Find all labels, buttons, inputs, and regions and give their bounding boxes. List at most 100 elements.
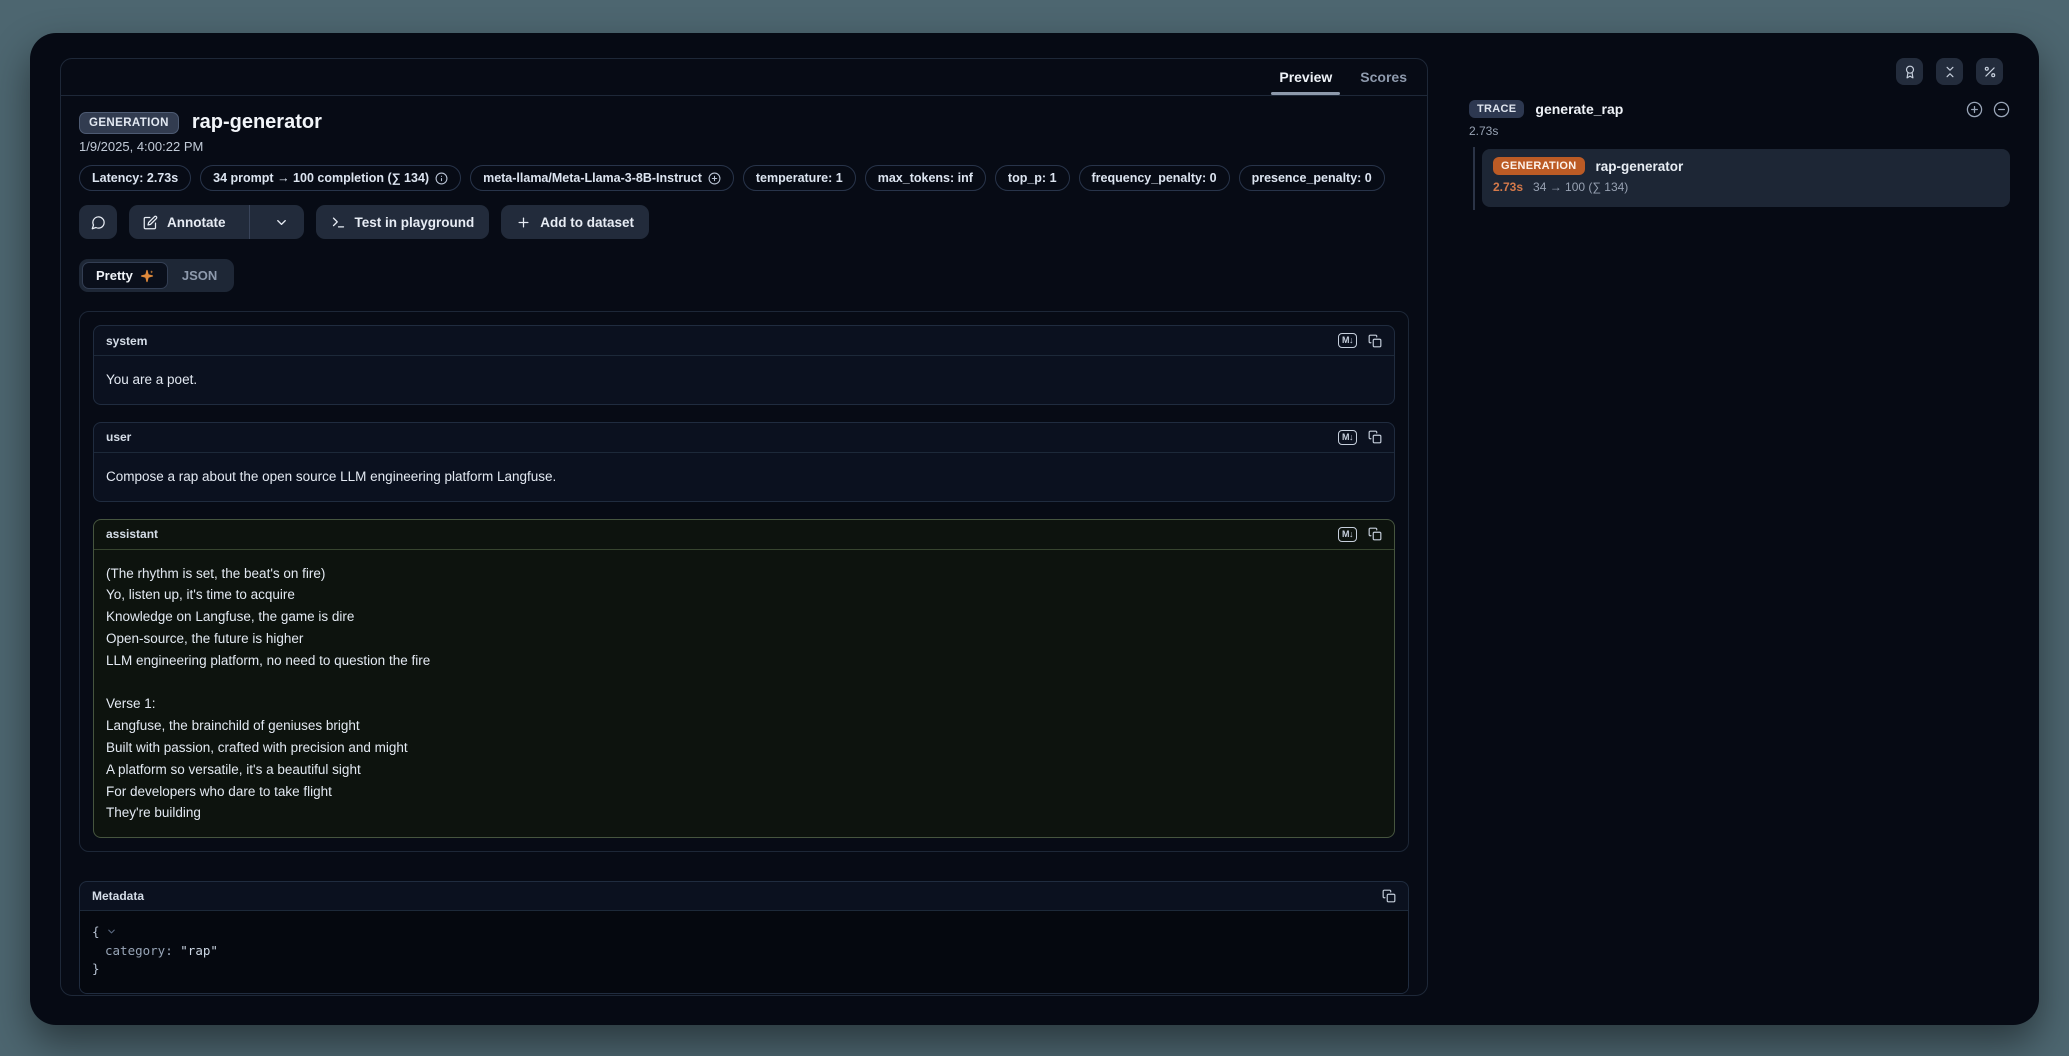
annotations-button[interactable]	[1896, 58, 1923, 85]
add-to-dataset-button[interactable]: Add to dataset	[501, 205, 649, 239]
annotate-dropdown-button[interactable]	[259, 205, 304, 239]
frequency-penalty-label: frequency_penalty: 0	[1092, 171, 1217, 185]
copy-icon[interactable]	[1382, 889, 1396, 903]
info-icon	[435, 172, 448, 185]
terminal-icon	[331, 215, 346, 230]
add-to-dataset-label: Add to dataset	[540, 215, 634, 230]
annotate-button[interactable]: Annotate	[129, 205, 240, 239]
json-open-brace: {	[92, 924, 100, 939]
node-latency: 2.73s	[1493, 180, 1523, 194]
presence-penalty-label: presence_penalty: 0	[1252, 171, 1372, 185]
pretty-json-toggle: Pretty JSON	[79, 259, 234, 292]
toggle-pretty[interactable]: Pretty	[82, 262, 168, 289]
title-row: GENERATION rap-generator	[79, 111, 1409, 134]
metadata-card: Metadata { category: "rap" }	[79, 881, 1409, 994]
trace-title[interactable]: generate_rap	[1535, 101, 1623, 117]
frequency-penalty-badge: frequency_penalty: 0	[1079, 165, 1230, 191]
role-label: user	[106, 430, 131, 444]
trace-latency: 2.73s	[1469, 124, 2010, 138]
timestamp: 1/9/2025, 4:00:22 PM	[79, 139, 1409, 154]
generation-tree-node[interactable]: GENERATION rap-generator 2.73s 34 → 100 …	[1482, 149, 2010, 207]
metadata-title: Metadata	[92, 889, 144, 903]
test-in-playground-button[interactable]: Test in playground	[316, 205, 490, 239]
generation-node-title: rap-generator	[1596, 159, 1684, 174]
generation-type-badge: GENERATION	[79, 112, 179, 134]
window-action-bar	[1896, 58, 2003, 85]
tab-preview[interactable]: Preview	[1265, 59, 1346, 95]
copy-icon[interactable]	[1368, 430, 1382, 444]
plus-circle-icon	[708, 172, 721, 185]
assistant-message-card: assistant M↓ (The rhythm is set, the bea…	[93, 519, 1395, 839]
role-label: assistant	[106, 527, 158, 541]
page-title: rap-generator	[192, 111, 322, 134]
user-message-card: user M↓ Compose a rap about the open sou…	[93, 422, 1395, 502]
action-buttons-row: Annotate Test in playgroun	[79, 205, 1409, 239]
node-title-row: GENERATION rap-generator	[1493, 157, 1999, 175]
node-token-usage: 34 → 100 (∑ 134)	[1533, 180, 1628, 194]
plus-icon	[516, 215, 531, 230]
metadata-header-icons	[1382, 889, 1396, 903]
top-p-label: top_p: 1	[1008, 171, 1057, 185]
json-value: "rap"	[180, 943, 218, 958]
generation-node-badge: GENERATION	[1493, 157, 1585, 175]
system-message-content: You are a poet.	[94, 356, 1394, 404]
copy-icon[interactable]	[1368, 334, 1382, 348]
system-message-card: system M↓ You are a poet.	[93, 325, 1395, 405]
token-usage-label: 34 prompt → 100 completion (∑ 134)	[213, 171, 429, 185]
assistant-message-header: assistant M↓	[94, 520, 1394, 550]
presence-penalty-badge: presence_penalty: 0	[1239, 165, 1385, 191]
page-background: Preview Scores GENERATION rap-generator …	[0, 0, 2069, 1056]
metadata-header: Metadata	[80, 882, 1408, 911]
scores-percent-button[interactable]	[1976, 58, 2003, 85]
temperature-label: temperature: 1	[756, 171, 843, 185]
toggle-json[interactable]: JSON	[168, 262, 231, 289]
markdown-toggle-icon[interactable]: M↓	[1338, 430, 1357, 445]
tab-scores[interactable]: Scores	[1346, 59, 1421, 95]
user-message-header: user M↓	[94, 423, 1394, 453]
user-message-content: Compose a rap about the open source LLM …	[94, 453, 1394, 501]
chevron-down-icon	[274, 215, 289, 230]
collapse-all-icon[interactable]	[1993, 101, 2010, 118]
split-divider	[249, 205, 250, 239]
json-close-brace: }	[92, 961, 100, 976]
collapse-panel-button[interactable]	[1936, 58, 1963, 85]
message-header-icons: M↓	[1338, 333, 1382, 348]
markdown-toggle-icon[interactable]: M↓	[1338, 527, 1357, 542]
trace-type-badge: TRACE	[1469, 100, 1524, 118]
model-badge[interactable]: meta-llama/Meta-Llama-3-8B-Instruct	[470, 165, 734, 191]
message-header-icons: M↓	[1338, 527, 1382, 542]
json-key: category:	[105, 943, 173, 958]
pretty-label: Pretty	[96, 268, 133, 283]
test-in-playground-label: Test in playground	[355, 215, 475, 230]
json-close-line: }	[92, 960, 1396, 979]
model-badge-label: meta-llama/Meta-Llama-3-8B-Instruct	[483, 171, 702, 185]
markdown-toggle-icon[interactable]: M↓	[1338, 333, 1357, 348]
role-label: system	[106, 334, 147, 348]
copy-icon[interactable]	[1368, 527, 1382, 541]
metadata-json: { category: "rap" }	[80, 911, 1408, 993]
edit-icon	[143, 215, 158, 230]
observation-panel: Preview Scores GENERATION rap-generator …	[60, 58, 1428, 996]
annotate-label: Annotate	[167, 215, 226, 230]
tree-controls	[1966, 101, 2010, 118]
percent-icon	[1983, 65, 1997, 79]
message-header-icons: M↓	[1338, 430, 1382, 445]
max-tokens-label: max_tokens: inf	[878, 171, 973, 185]
award-icon	[1903, 65, 1917, 79]
observation-tree: GENERATION rap-generator 2.73s 34 → 100 …	[1469, 149, 2010, 207]
comment-bubble-icon	[91, 215, 106, 230]
trace-header: TRACE generate_rap	[1469, 100, 2010, 118]
parameter-badges: Latency: 2.73s 34 prompt → 100 completio…	[79, 165, 1409, 191]
json-label: JSON	[182, 268, 217, 283]
latency-badge: Latency: 2.73s	[79, 165, 191, 191]
json-open-line: {	[92, 923, 1396, 942]
sparkles-icon	[140, 269, 154, 283]
expand-all-icon[interactable]	[1966, 101, 1983, 118]
preview-scores-tabbar: Preview Scores	[61, 59, 1427, 96]
comments-button[interactable]	[79, 205, 117, 239]
json-collapse-icon[interactable]	[106, 923, 117, 942]
system-message-header: system M↓	[94, 326, 1394, 356]
app-window: Preview Scores GENERATION rap-generator …	[30, 33, 2039, 1025]
token-usage-badge[interactable]: 34 prompt → 100 completion (∑ 134)	[200, 165, 461, 191]
latency-badge-label: Latency: 2.73s	[92, 171, 178, 185]
